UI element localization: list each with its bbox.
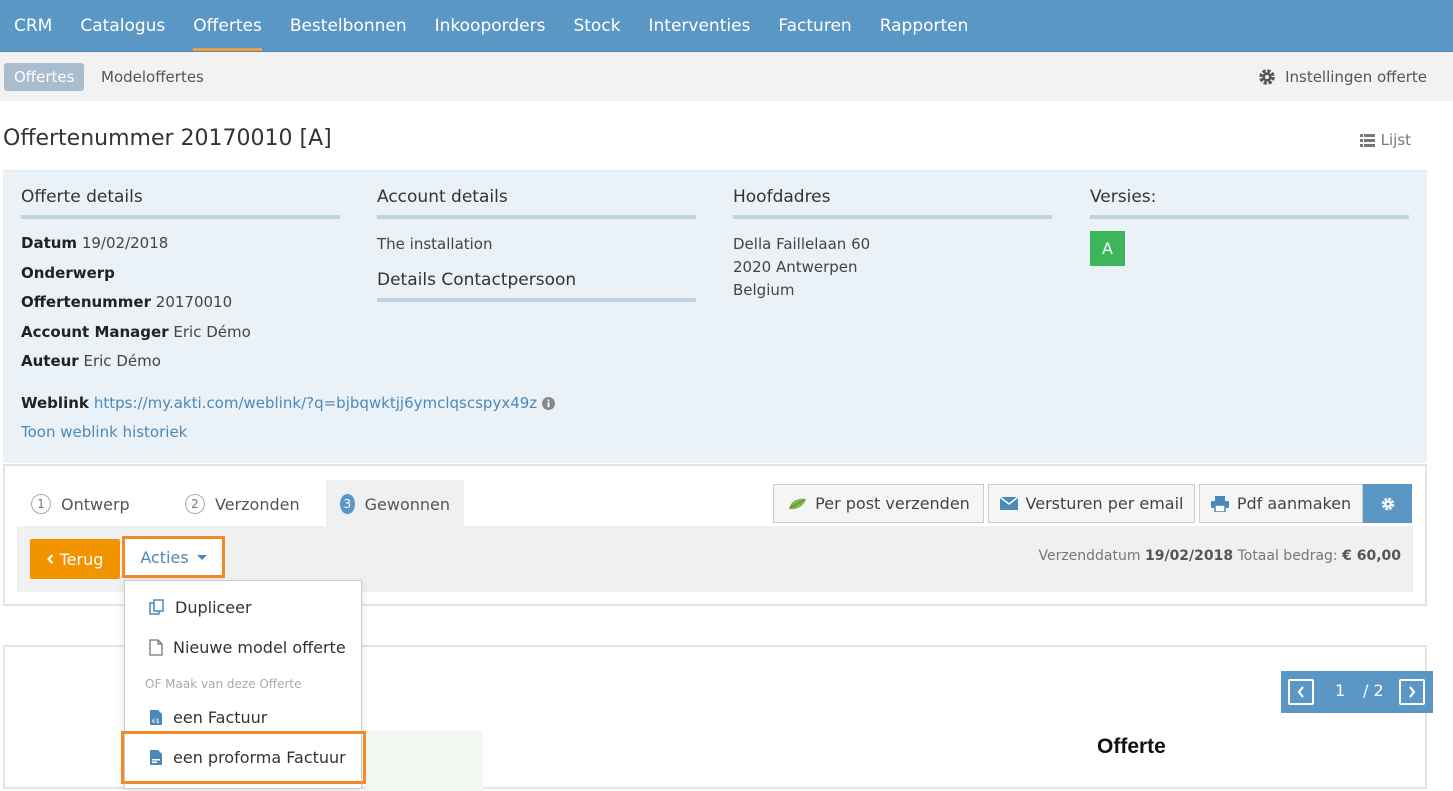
nav-item-interventies[interactable]: Interventies <box>635 0 765 51</box>
file-icon <box>149 638 163 656</box>
account-details-column: Account details The installation Details… <box>377 187 696 302</box>
preview-pager: 1 / 2 <box>1281 671 1433 713</box>
settings-link[interactable]: Instellingen offerte <box>1257 63 1427 91</box>
info-icon[interactable] <box>542 396 556 410</box>
post-send-label: Per post verzenden <box>815 494 970 513</box>
list-label: Lijst <box>1380 131 1411 149</box>
datum-label: Datum <box>21 234 78 252</box>
send-date-value: 19/02/2018 <box>1144 548 1234 564</box>
email-send-label: Versturen per email <box>1025 494 1184 513</box>
document-title: Offerte <box>1097 735 1166 758</box>
pdf-create-button[interactable]: Pdf aanmaken <box>1199 484 1363 523</box>
account-manager-label: Account Manager <box>21 322 169 341</box>
offertenummer-label: Offertenummer <box>21 293 152 311</box>
weblink-url[interactable]: https://my.akti.com/weblink/?q=bjbqwktjj… <box>94 394 537 412</box>
nav-item-crm[interactable]: CRM <box>0 0 66 51</box>
next-page-button[interactable] <box>1399 679 1425 705</box>
chevron-right-icon <box>1409 686 1416 698</box>
menu-item-invoice[interactable]: €$ een Factuur <box>125 702 361 732</box>
total-pages: / 2 <box>1363 681 1384 700</box>
page-title: Offertenummer 20170010 [A] <box>3 126 332 151</box>
top-navigation: CRM Catalogus Offertes Bestelbonnen Inko… <box>0 0 1453 52</box>
offerte-details-column: Offerte details Datum 19/02/2018 Onderwe… <box>21 187 340 377</box>
acties-dropdown-button[interactable]: Acties <box>122 536 225 578</box>
version-badge[interactable]: A <box>1090 231 1125 266</box>
auteur-label: Auteur <box>21 352 79 370</box>
acties-label: Acties <box>140 547 189 567</box>
send-date-label: Verzenddatum <box>1038 548 1141 564</box>
account-details-heading: Account details <box>377 187 696 219</box>
current-page: 1 <box>1335 681 1346 700</box>
address-line-3: Belgium <box>733 281 795 299</box>
offerte-details-list: Datum 19/02/2018 Onderwerp Offertenummer… <box>21 229 340 377</box>
leaf-icon <box>789 498 807 509</box>
menu-item-label: Dupliceer <box>175 597 252 617</box>
subnav-offertes-tab[interactable]: Offertes <box>4 63 85 91</box>
chevron-left-icon <box>1297 686 1304 698</box>
total-label: Totaal bedrag: <box>1237 548 1338 564</box>
send-info: Verzenddatum 19/02/2018 Totaal bedrag: €… <box>1038 548 1401 564</box>
subnav-modeloffertes-tab[interactable]: Modeloffertes <box>101 63 204 91</box>
menu-item-label: een Factuur <box>173 707 268 727</box>
address-lines: Della Faillelaan 60 2020 Antwerpen Belgi… <box>733 233 1052 302</box>
versions-heading: Versies: <box>1090 187 1409 219</box>
document-settings-button[interactable] <box>1363 484 1412 523</box>
list-icon <box>1359 133 1375 147</box>
envelope-icon <box>999 497 1018 510</box>
total-value: € 60,00 <box>1342 548 1401 564</box>
account-manager-value: Eric Démo <box>173 322 251 341</box>
menu-item-label: Nieuwe model offerte <box>173 637 346 657</box>
preview-decoration <box>365 731 483 791</box>
printer-icon <box>1210 495 1229 512</box>
weblink-label: Weblink <box>21 394 89 412</box>
nav-item-rapporten[interactable]: Rapporten <box>866 0 983 51</box>
menu-item-duplicate[interactable]: Dupliceer <box>125 592 361 622</box>
address-line-2: 2020 Antwerpen <box>733 258 858 276</box>
address-column: Hoofdadres Della Faillelaan 60 2020 Antw… <box>733 187 1052 302</box>
weblink-history-link[interactable]: Toon weblink historiek <box>21 423 187 441</box>
address-heading: Hoofdadres <box>733 187 1052 219</box>
offertenummer-value: 20170010 <box>155 293 233 311</box>
offerte-details-heading: Offerte details <box>21 187 340 219</box>
gear-icon <box>1381 497 1394 510</box>
invoice-icon: €$ <box>150 709 162 725</box>
back-button[interactable]: Terug <box>30 539 120 579</box>
list-link[interactable]: Lijst <box>1359 131 1411 149</box>
menu-section-header: OF Maak van deze Offerte <box>145 677 302 691</box>
nav-item-bestelbonnen[interactable]: Bestelbonnen <box>276 0 421 51</box>
weblink-row: Weblink https://my.akti.com/weblink/?q=b… <box>21 394 556 412</box>
nav-item-stock[interactable]: Stock <box>559 0 634 51</box>
contact-details-heading: Details Contactpersoon <box>377 270 696 302</box>
email-send-button[interactable]: Versturen per email <box>988 484 1195 523</box>
back-label: Terug <box>59 549 104 569</box>
onderwerp-label: Onderwerp <box>21 263 115 282</box>
nav-item-catalogus[interactable]: Catalogus <box>66 0 179 51</box>
copy-icon <box>149 599 164 615</box>
post-send-button[interactable]: Per post verzenden <box>773 484 984 523</box>
sub-navigation: Offertes Modeloffertes Instellingen offe… <box>0 52 1453 101</box>
svg-text:€$: €$ <box>152 718 160 725</box>
menu-item-new-model[interactable]: Nieuwe model offerte <box>125 632 361 662</box>
account-name: The installation <box>377 235 493 253</box>
details-panel: Offerte details Datum 19/02/2018 Onderwe… <box>3 170 1427 463</box>
nav-item-facturen[interactable]: Facturen <box>764 0 865 51</box>
settings-label: Instellingen offerte <box>1285 68 1427 86</box>
previous-page-button[interactable] <box>1288 679 1314 705</box>
chevron-left-icon <box>46 554 53 564</box>
versions-column: Versies: A <box>1090 187 1409 266</box>
caret-down-icon <box>196 554 207 560</box>
document-action-buttons: Per post verzenden Versturen per email P… <box>0 484 1453 523</box>
datum-value: 19/02/2018 <box>81 234 169 252</box>
pdf-create-label: Pdf aanmaken <box>1236 494 1352 513</box>
auteur-value: Eric Démo <box>83 352 161 370</box>
address-line-1: Della Faillelaan 60 <box>733 235 871 253</box>
proforma-highlight-frame <box>121 731 366 784</box>
nav-item-inkooporders[interactable]: Inkooporders <box>421 0 560 51</box>
nav-item-offertes[interactable]: Offertes <box>179 0 276 51</box>
gear-icon <box>1259 69 1275 85</box>
